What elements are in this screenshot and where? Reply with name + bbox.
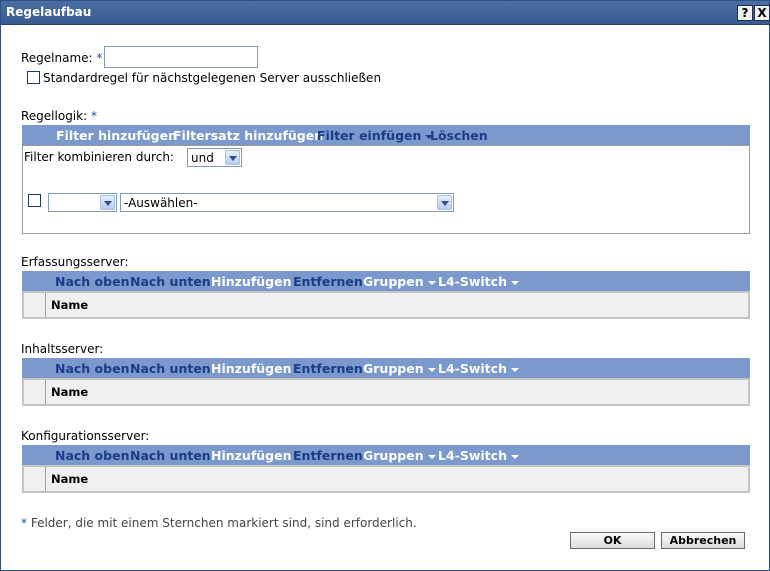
rule-name-input[interactable] (104, 46, 258, 68)
add-button[interactable]: Hinzufügen (211, 361, 291, 376)
capture-servers-table: Name (22, 291, 750, 319)
move-up-button[interactable]: Nach oben (55, 274, 129, 289)
filter-type-select[interactable]: -Auswählen- (120, 193, 454, 212)
chevron-down-icon (510, 367, 519, 372)
dropdown-arrow-icon (437, 195, 452, 210)
exclude-default-label: Standardregel für nächstgelegenen Server… (43, 71, 382, 85)
help-button[interactable]: ? (737, 5, 753, 21)
content-servers-label: Inhaltsserver: (21, 342, 104, 356)
rule-builder-dialog: Regelaufbau ? X Regelname: * Standardreg… (0, 0, 770, 571)
remove-button[interactable]: Entfernen (293, 361, 363, 376)
column-header-name[interactable]: Name (51, 298, 88, 312)
rule-logic-label: Regellogik: * (21, 109, 97, 123)
required-asterisk: * (21, 516, 27, 530)
title-bar: Regelaufbau ? X (1, 1, 770, 25)
config-servers-toolbar: Nach oben Nach unten Hinzufügen Entferne… (22, 445, 750, 465)
groups-menu[interactable]: Gruppen (363, 361, 436, 376)
rule-name-label: Regelname: * (21, 51, 103, 65)
remove-button[interactable]: Entfernen (293, 274, 363, 289)
content-servers-table: Name (22, 378, 750, 406)
config-servers-table: Name (22, 465, 750, 493)
add-button[interactable]: Hinzufügen (211, 274, 291, 289)
combine-select[interactable]: und (187, 148, 242, 167)
chevron-down-icon (510, 280, 519, 285)
move-down-button[interactable]: Nach unten (130, 361, 211, 376)
chevron-down-icon (427, 280, 436, 285)
groups-menu[interactable]: Gruppen (363, 274, 436, 289)
rule-logic-panel: Filter kombinieren durch: und -Auswählen… (22, 145, 750, 234)
content-servers-toolbar: Nach oben Nach unten Hinzufügen Entferne… (22, 358, 750, 378)
move-up-button[interactable]: Nach oben (55, 448, 129, 463)
config-servers-label: Konfigurationsserver: (21, 429, 150, 443)
insert-filter-menu[interactable]: Filter einfügen (317, 128, 434, 143)
required-asterisk: * (90, 109, 97, 123)
select-all-column[interactable] (24, 380, 46, 404)
dialog-title: Regelaufbau (6, 5, 92, 19)
l4-switch-menu[interactable]: L4-Switch (438, 274, 519, 289)
dropdown-arrow-icon (100, 195, 115, 210)
dropdown-arrow-icon (225, 150, 240, 165)
select-all-column[interactable] (24, 293, 46, 317)
filter-row-checkbox[interactable] (28, 194, 41, 207)
chevron-down-icon (510, 454, 519, 459)
column-header-name[interactable]: Name (51, 385, 88, 399)
capture-servers-label: Erfassungsserver: (21, 255, 129, 269)
groups-menu[interactable]: Gruppen (363, 448, 436, 463)
move-down-button[interactable]: Nach unten (130, 274, 211, 289)
select-all-column[interactable] (24, 467, 46, 491)
chevron-down-icon (427, 367, 436, 372)
remove-button[interactable]: Entfernen (293, 448, 363, 463)
add-filterset-button[interactable]: Filtersatz hinzufügen (173, 128, 323, 143)
ok-button[interactable]: OK (570, 532, 655, 549)
add-button[interactable]: Hinzufügen (211, 448, 291, 463)
filter-operator-select[interactable] (48, 193, 117, 212)
required-fields-note: * Felder, die mit einem Sternchen markie… (21, 516, 417, 530)
add-filter-button[interactable]: Filter hinzufügen (56, 128, 177, 143)
l4-switch-menu[interactable]: L4-Switch (438, 361, 519, 376)
chevron-down-icon (427, 454, 436, 459)
cancel-button[interactable]: Abbrechen (661, 532, 745, 549)
close-button[interactable]: X (754, 5, 770, 21)
rule-logic-toolbar: Filter hinzufügen Filtersatz hinzufügen … (22, 125, 750, 145)
move-down-button[interactable]: Nach unten (130, 448, 211, 463)
column-header-name[interactable]: Name (51, 472, 88, 486)
l4-switch-menu[interactable]: L4-Switch (438, 448, 519, 463)
move-up-button[interactable]: Nach oben (55, 361, 129, 376)
exclude-default-checkbox[interactable] (27, 71, 40, 84)
combine-label: Filter kombinieren durch: (24, 150, 174, 164)
capture-servers-toolbar: Nach oben Nach unten Hinzufügen Entferne… (22, 271, 750, 291)
delete-button[interactable]: Löschen (430, 128, 488, 143)
required-asterisk: * (96, 51, 103, 65)
